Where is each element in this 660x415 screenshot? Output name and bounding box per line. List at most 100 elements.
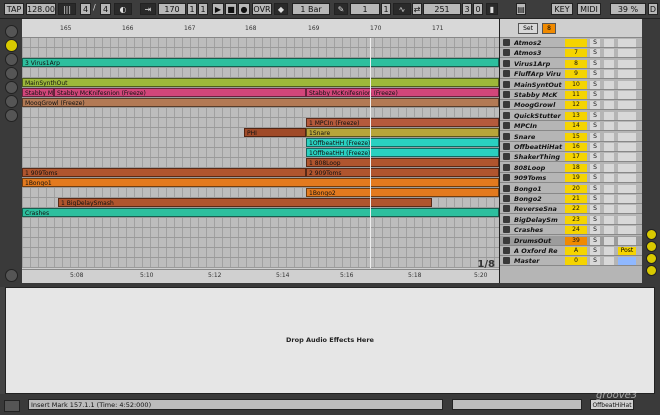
arm-button[interactable] bbox=[604, 174, 614, 183]
track-lane[interactable] bbox=[22, 248, 499, 258]
track-name[interactable]: 808Loop bbox=[514, 163, 564, 173]
track-number[interactable]: 21 bbox=[565, 195, 587, 203]
draw-mode-icon[interactable]: ✎ bbox=[334, 3, 348, 15]
track-number[interactable] bbox=[565, 39, 587, 47]
track-activator-icon[interactable] bbox=[503, 91, 510, 98]
mixer-track-row[interactable]: 808Loop 18 S bbox=[500, 163, 643, 173]
solo-button[interactable]: S bbox=[590, 163, 600, 172]
arm-button[interactable] bbox=[604, 247, 614, 255]
mixer-track-row[interactable]: ShakerThing 17 S bbox=[500, 152, 643, 163]
signature-numerator[interactable]: 4 bbox=[80, 3, 91, 15]
track-activator-icon[interactable] bbox=[503, 205, 510, 213]
loop-start-beat[interactable]: 1 bbox=[381, 3, 391, 15]
arrangement-clip[interactable]: 1 MPCIn (Freeze) bbox=[306, 118, 499, 127]
nudge-icon[interactable]: ||| bbox=[58, 3, 76, 15]
mixer-track-row[interactable]: OffbeatHiHat 16 S bbox=[500, 142, 643, 152]
browser-toggle-icon[interactable] bbox=[5, 25, 18, 38]
track-activator-icon[interactable] bbox=[503, 215, 510, 223]
arm-button[interactable] bbox=[604, 49, 614, 58]
track-lane[interactable] bbox=[22, 228, 499, 238]
mixer-track-row[interactable]: Crashes 24 S bbox=[500, 225, 643, 236]
arrangement-clip[interactable]: Stabby McKnifesnion (Freeze) bbox=[54, 88, 306, 97]
arm-button[interactable] bbox=[604, 70, 614, 79]
volume-control[interactable] bbox=[618, 174, 636, 183]
beat-time-ruler[interactable]: 165 166 167 168 169 170 171 bbox=[22, 19, 499, 38]
track-number[interactable]: 13 bbox=[565, 111, 587, 120]
track-number[interactable]: 7 bbox=[565, 49, 587, 58]
track-activator-icon[interactable] bbox=[503, 70, 510, 78]
device-view[interactable]: Drop Audio Effects Here bbox=[5, 287, 655, 394]
track-activator-icon[interactable] bbox=[503, 257, 510, 265]
track-name[interactable]: A Oxford Re bbox=[514, 246, 564, 256]
arrangement-position-bar[interactable]: 170 bbox=[158, 3, 186, 15]
arm-button[interactable] bbox=[604, 80, 614, 89]
arm-button[interactable] bbox=[604, 226, 614, 235]
track-name[interactable]: ShakerThing bbox=[514, 152, 564, 162]
solo-button[interactable]: S bbox=[590, 39, 600, 47]
arm-button[interactable] bbox=[604, 101, 614, 110]
arrangement-clip[interactable]: 1 BigDelaySmash bbox=[58, 198, 432, 207]
arm-button[interactable] bbox=[604, 205, 614, 214]
loop-start-bar[interactable]: 1 bbox=[350, 3, 380, 15]
track-name[interactable]: OffbeatHiHat bbox=[514, 142, 564, 152]
volume-control[interactable]: Post bbox=[618, 247, 636, 255]
arrangement-clip[interactable]: Stabby McKnifesnion (Freeze) bbox=[306, 88, 499, 97]
arrangement-clip[interactable]: 3 Virus1Arp bbox=[22, 58, 499, 67]
arm-button[interactable] bbox=[604, 195, 614, 203]
track-lane[interactable] bbox=[22, 258, 499, 268]
arrangement-position-sub[interactable]: 1 bbox=[198, 3, 208, 15]
volume-control[interactable] bbox=[618, 153, 636, 162]
volume-control[interactable] bbox=[618, 91, 636, 99]
record-icon[interactable]: ● bbox=[238, 3, 250, 15]
track-activator-icon[interactable] bbox=[503, 195, 510, 202]
arrangement-clip[interactable]: 2 909Toms bbox=[306, 168, 499, 177]
track-number[interactable]: 18 bbox=[565, 163, 587, 172]
volume-control[interactable] bbox=[618, 143, 636, 151]
folder-icon[interactable] bbox=[5, 81, 18, 94]
arm-button[interactable] bbox=[604, 236, 614, 245]
arm-button[interactable] bbox=[604, 59, 614, 68]
folder-icon[interactable] bbox=[5, 95, 18, 108]
track-activator-icon[interactable] bbox=[503, 174, 510, 182]
volume-control[interactable] bbox=[618, 59, 636, 68]
live-devices-icon[interactable] bbox=[5, 39, 18, 52]
punch-out-icon[interactable]: ▮ bbox=[486, 3, 498, 15]
track-number[interactable]: 0 bbox=[565, 257, 587, 266]
track-name[interactable]: MoogGrowl bbox=[514, 100, 564, 110]
track-lane[interactable] bbox=[22, 68, 499, 78]
quantize-menu[interactable]: 1 Bar bbox=[292, 3, 330, 15]
volume-control[interactable] bbox=[618, 70, 636, 79]
computer-key-icon[interactable]: ▤ bbox=[516, 3, 526, 15]
track-number[interactable]: 8 bbox=[565, 59, 587, 68]
loop-length-beat[interactable]: 3 bbox=[462, 3, 472, 15]
solo-button[interactable]: S bbox=[590, 91, 600, 99]
track-name[interactable]: FluffArp Viru bbox=[514, 69, 564, 79]
follow-icon[interactable]: ⇥ bbox=[140, 3, 156, 15]
folder-icon[interactable] bbox=[5, 109, 18, 122]
solo-button[interactable]: S bbox=[590, 247, 600, 255]
arm-button[interactable] bbox=[604, 91, 614, 99]
mixer-track-row[interactable]: ReverseSna 22 S bbox=[500, 204, 643, 215]
arrangement-clip[interactable]: PHI bbox=[244, 128, 306, 137]
midi-map-button[interactable]: MIDI bbox=[577, 3, 601, 15]
track-activator-icon[interactable] bbox=[503, 111, 510, 119]
track-number[interactable]: 20 bbox=[565, 184, 587, 193]
track-activator-icon[interactable] bbox=[503, 132, 510, 140]
track-name[interactable]: Bongo2 bbox=[514, 194, 564, 204]
arrangement-clip[interactable]: 1 909Toms bbox=[22, 168, 306, 177]
arm-button[interactable] bbox=[604, 132, 614, 141]
track-name[interactable]: DrumsOut bbox=[514, 236, 564, 246]
plugins-icon[interactable] bbox=[5, 53, 18, 66]
tap-button[interactable]: TAP bbox=[4, 3, 24, 15]
track-number[interactable]: 39 bbox=[565, 236, 587, 245]
arrangement-clip[interactable]: Crashes bbox=[22, 208, 499, 217]
track-lane[interactable] bbox=[22, 218, 499, 228]
solo-button[interactable]: S bbox=[590, 49, 600, 58]
arm-button[interactable] bbox=[604, 163, 614, 172]
mixer-track-row[interactable]: MoogGrowl 12 S bbox=[500, 100, 643, 111]
volume-control[interactable] bbox=[618, 49, 636, 58]
track-number[interactable]: 15 bbox=[565, 132, 587, 141]
track-name[interactable]: Crashes bbox=[514, 225, 564, 235]
volume-control[interactable] bbox=[618, 257, 636, 266]
arm-button[interactable] bbox=[604, 215, 614, 224]
